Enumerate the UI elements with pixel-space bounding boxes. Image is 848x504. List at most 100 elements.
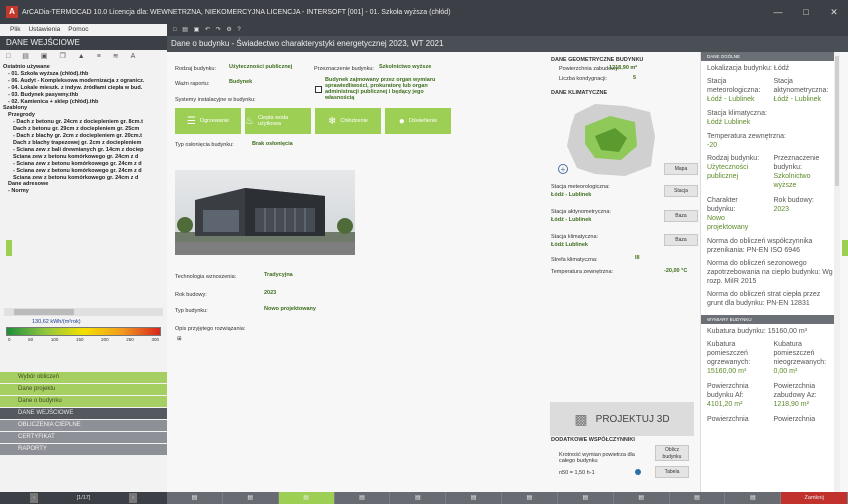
tree-item[interactable]: Dach z blachy trapezowej gr. 2cm z docie… bbox=[3, 140, 164, 147]
pow-value[interactable]: 1218,90 m² bbox=[609, 65, 637, 71]
tree-item[interactable]: Przegrody bbox=[3, 112, 164, 119]
maximize-icon[interactable]: □ bbox=[792, 0, 820, 24]
energy-bar bbox=[6, 327, 161, 336]
next-page-icon[interactable]: › bbox=[128, 493, 137, 503]
baza-akt-button[interactable]: Baza bbox=[664, 210, 698, 222]
bottom-tool-9[interactable]: ▤ bbox=[614, 492, 670, 504]
bottom-tool-2[interactable]: ▤ bbox=[223, 492, 279, 504]
minimize-icon[interactable]: — bbox=[764, 0, 792, 24]
poland-map[interactable] bbox=[555, 96, 663, 181]
info-icon[interactable] bbox=[635, 469, 641, 475]
menu-ustawienia[interactable]: Ustawienia bbox=[28, 24, 60, 36]
tree-item[interactable]: - Dach z betonu gr. 24cm z dociepleniem … bbox=[3, 119, 164, 126]
copy-icon[interactable]: ❐ bbox=[59, 52, 65, 60]
tree-item[interactable]: Ściana zew z betonu komórkowego gr. 24cm… bbox=[3, 175, 164, 182]
tree-item[interactable]: - 04. Lokale mieszk. z indyw. źródłami c… bbox=[3, 85, 164, 92]
tree-item[interactable]: - Normy bbox=[3, 188, 164, 195]
menu-plik[interactable]: Plik bbox=[10, 24, 20, 36]
menu-pomoc[interactable]: Pomoc bbox=[68, 24, 88, 36]
tree-item[interactable]: Szablony bbox=[3, 105, 164, 112]
tree-item[interactable]: - Ściana zew z betonu komórkowego gr. 24… bbox=[3, 161, 164, 168]
bottom-tool-11[interactable]: ▤ bbox=[725, 492, 782, 504]
tree-item[interactable]: - 03. Budynek pasywny.thb bbox=[3, 92, 164, 99]
wazn-value[interactable]: Budynek bbox=[229, 79, 252, 85]
font-icon[interactable]: A bbox=[131, 53, 136, 60]
bottom-tool-4[interactable]: ▤ bbox=[335, 492, 391, 504]
rodzaj-value[interactable]: Użyteczności publicznej bbox=[229, 64, 292, 70]
rodzaj-label: Rodzaj budynku: bbox=[175, 66, 216, 72]
tap-icon: ♨ bbox=[245, 115, 254, 127]
bottom-tool-5[interactable]: ▤ bbox=[390, 492, 447, 504]
rok-value[interactable]: 2023 bbox=[264, 290, 276, 296]
nav-item[interactable]: Dane projektu bbox=[0, 384, 167, 395]
krot-value[interactable]: n50 = 1,50 h-1 bbox=[559, 470, 595, 476]
stacja-button[interactable]: Stacja bbox=[664, 185, 698, 197]
tile-oswietlenie[interactable]: ● Oświetlenie bbox=[385, 108, 451, 134]
tree-item[interactable]: Dach z betonu gr. 29cm z dociepleniem gr… bbox=[3, 126, 164, 133]
oslona-value[interactable]: Brak osłonięcia bbox=[252, 141, 293, 147]
tree-item[interactable]: Ściana zew z betonu komórkowego gr. 24cm… bbox=[3, 154, 164, 161]
tree-item[interactable]: - 02. Kamienica + sklep (chłód).thb bbox=[3, 99, 164, 106]
nav-item[interactable]: Wybór obliczeń bbox=[0, 372, 167, 383]
tree-scrollbar[interactable] bbox=[4, 308, 163, 316]
tile-ogrzewanie[interactable]: ☰ Ogrzewanie bbox=[175, 108, 241, 134]
kubatura: Kubatura budynku: 15160,00 m³ bbox=[707, 328, 808, 335]
tree-item[interactable]: Dane adresowe bbox=[3, 181, 164, 188]
save-file-icon[interactable]: ▣ bbox=[41, 52, 48, 60]
stac-met-value[interactable]: Łódź - Lublinek bbox=[551, 192, 591, 198]
tabela-button[interactable]: Tabela bbox=[655, 466, 689, 478]
bottom-tool-7[interactable]: ▤ bbox=[502, 492, 558, 504]
tile-chlodzenie[interactable]: ❄ Chłodzenie bbox=[315, 108, 381, 134]
techn-value[interactable]: Tradycyjna bbox=[264, 272, 293, 278]
props-icon[interactable]: ≋ bbox=[113, 52, 119, 60]
left-panel-title: DANE WEJŚCIOWE bbox=[0, 36, 167, 50]
nav-item[interactable]: CERTYFIKAT bbox=[0, 432, 167, 443]
tree-item[interactable]: - 06. Audyt - Kompleksowa modernizacja z… bbox=[3, 78, 164, 85]
close-icon[interactable]: ✕ bbox=[820, 0, 848, 24]
wazn-label: Ważn raportu: bbox=[175, 81, 210, 87]
opis-value[interactable]: ⊞ bbox=[177, 336, 182, 342]
bottom-tool-3[interactable]: ▤ bbox=[278, 492, 335, 504]
delete-icon[interactable]: ▲ bbox=[78, 53, 85, 60]
nav-item[interactable]: DANE WEJŚCIOWE bbox=[0, 408, 167, 419]
bottom-tool-1[interactable]: ▤ bbox=[167, 492, 223, 504]
temp-value[interactable]: -20,00 °C bbox=[664, 268, 687, 274]
nav-item[interactable]: Dane o budynku bbox=[0, 396, 167, 407]
zamknij-button[interactable]: Zamknij bbox=[781, 492, 848, 504]
summary-scrollbar[interactable] bbox=[834, 52, 840, 492]
strefa-value[interactable]: III bbox=[635, 255, 640, 261]
prev-page-icon[interactable]: ‹ bbox=[30, 493, 38, 503]
organ-checkbox[interactable] bbox=[315, 86, 322, 93]
new-file-icon[interactable]: □ bbox=[6, 53, 10, 60]
tree-item[interactable]: - Ściana zew z bali drewnianych gr. 14cm… bbox=[3, 147, 164, 154]
nav-item[interactable]: RAPORTY bbox=[0, 444, 167, 455]
tile-cwu[interactable]: ♨ Ciepła woda użytkowa bbox=[245, 108, 311, 134]
add-station-icon[interactable]: + bbox=[558, 164, 568, 174]
nav-item[interactable]: OBLICZENIA CIEPLNE bbox=[0, 420, 167, 431]
list-icon[interactable]: ≡ bbox=[97, 53, 101, 60]
projektuj-3d-button[interactable]: ▩ PROJEKTUJ 3D bbox=[550, 402, 694, 436]
tree-item[interactable]: - Ściana zew z betonu komórkowego gr. 24… bbox=[3, 168, 164, 175]
collapse-right-icon[interactable] bbox=[842, 240, 848, 256]
stac-kli-value[interactable]: Łódź Lublinek bbox=[551, 242, 588, 248]
bottom-tool-8[interactable]: ▤ bbox=[558, 492, 614, 504]
stac-kli-label: Stacja klimatyczna: bbox=[551, 234, 599, 240]
stac-akt-value[interactable]: Łódź - Lublinek bbox=[551, 217, 591, 223]
tree-item[interactable]: - 01. Szkoła wyższa (chłód).thb bbox=[3, 71, 164, 78]
tree-item[interactable]: Ostatnio używane bbox=[3, 64, 164, 71]
kond-value[interactable]: 5 bbox=[633, 75, 636, 81]
lokalizacja: Lokalizacja budynku: Łódź bbox=[707, 65, 790, 72]
open-file-icon[interactable]: ▤ bbox=[22, 52, 29, 60]
summary-header-general: DANE OGÓLNE bbox=[701, 52, 840, 61]
baza-kli-button[interactable]: Baza bbox=[664, 234, 698, 246]
typ-value[interactable]: Nowo projektowany bbox=[264, 306, 316, 312]
tree-item[interactable]: - Dach z blachy gr. 2cm z dociepleniem g… bbox=[3, 133, 164, 140]
norma-1: Norma do obliczeń współczynnika przenika… bbox=[707, 238, 813, 254]
bottom-tool-6[interactable]: ▤ bbox=[446, 492, 503, 504]
bottom-tool-10[interactable]: ▤ bbox=[670, 492, 726, 504]
mapa-button[interactable]: Mapa bbox=[664, 163, 698, 175]
energy-tick: 0 bbox=[8, 337, 11, 342]
oblicz-button[interactable]: Oblicz budynku bbox=[655, 445, 689, 461]
collapse-left-icon[interactable] bbox=[6, 240, 12, 256]
przezn-value[interactable]: Szkolnictwo wyższe bbox=[379, 64, 431, 70]
